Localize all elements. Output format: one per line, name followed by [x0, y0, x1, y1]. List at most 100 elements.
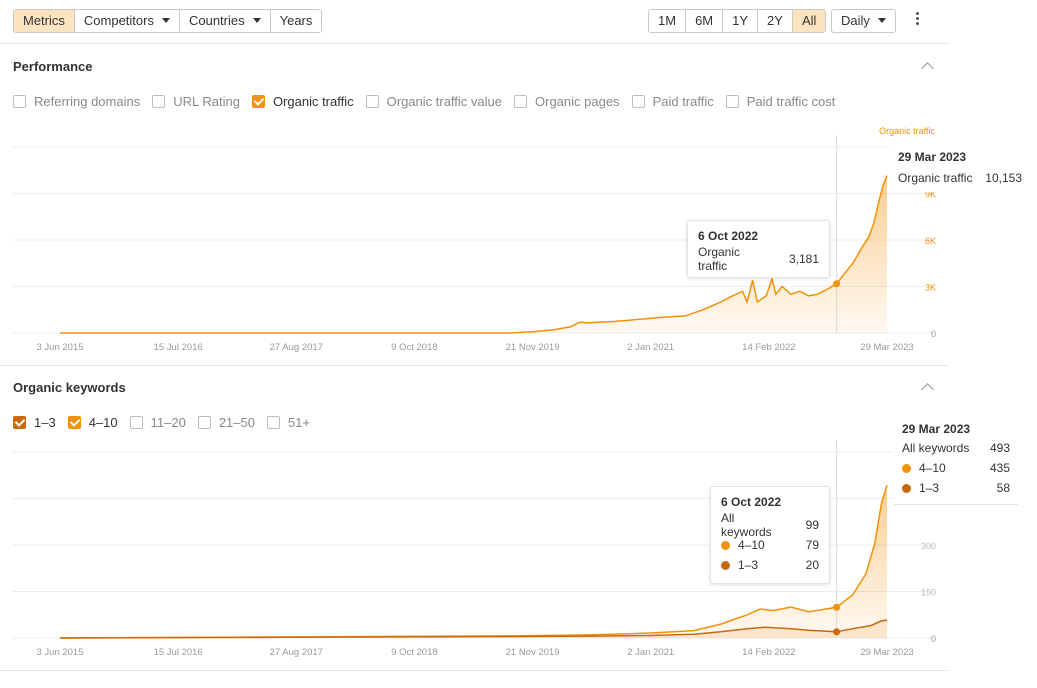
checkbox-organic-traffic-value[interactable]: Organic traffic value: [365, 94, 502, 109]
series-dot-icon: [902, 464, 911, 474]
tooltip-date: 6 Oct 2022: [698, 229, 759, 243]
latest-row: 4–10 435: [902, 458, 1010, 478]
tooltip-row: All keywords 99: [721, 511, 819, 539]
series-label: Organic traffic: [879, 126, 935, 136]
range-all[interactable]: All: [791, 10, 826, 32]
latest-value: 10,153: [985, 171, 1022, 185]
tooltip-value: 20: [805, 558, 819, 572]
latest-label: 1–3: [919, 481, 940, 495]
latest-value: 58: [996, 481, 1010, 495]
checkbox-label: 11–20: [150, 415, 186, 430]
y-tick-label: 0: [931, 634, 936, 644]
highlight-point-1-3: [833, 628, 841, 636]
tooltip-label: 4–10: [738, 538, 765, 552]
checkbox-pos-21-50[interactable]: 21–50: [197, 415, 255, 430]
latest-row: Organic traffic 10,153: [898, 168, 1022, 188]
tab-years-label: Years: [279, 13, 313, 28]
x-tick-label: 15 Jul 2016: [154, 342, 203, 353]
range-label: All: [801, 13, 817, 28]
checkbox-url-rating[interactable]: URL Rating: [152, 94, 240, 109]
tab-metrics[interactable]: Metrics: [14, 10, 74, 32]
chevron-down-icon: [161, 18, 170, 24]
checkbox-referring-domains[interactable]: Referring domains: [13, 94, 140, 109]
checkbox-label: Organic traffic value: [386, 94, 502, 109]
x-tick-label: 2 Jan 2021: [627, 647, 674, 658]
tab-metrics-label: Metrics: [23, 13, 65, 28]
series-dot-icon: [902, 484, 911, 494]
tooltip-date: 6 Oct 2022: [721, 495, 782, 509]
highlight-point-4-10: [833, 603, 841, 611]
checkbox-box: [266, 416, 280, 429]
range-1y[interactable]: 1Y: [722, 10, 758, 32]
range-2y[interactable]: 2Y: [757, 10, 792, 32]
latest-value: 435: [989, 461, 1010, 475]
checkbox-label: Organic pages: [535, 94, 620, 109]
x-tick-label: 3 Jun 2015: [36, 342, 83, 353]
x-tick-label: 9 Oct 2018: [391, 342, 437, 353]
kebab-menu-icon[interactable]: [916, 12, 920, 28]
checkbox-label: Referring domains: [34, 94, 141, 109]
keywords-tooltip: 6 Oct 2022 All keywords 99 4–10 79 1–3 20: [710, 486, 830, 584]
latest-date: 29 Mar 2023: [902, 422, 971, 436]
checkbox-pos-1-3[interactable]: 1–3: [13, 415, 56, 430]
latest-label: All keywords: [902, 441, 970, 455]
tab-competitors-label: Competitors: [83, 13, 154, 28]
latest-row: All keywords 493: [902, 438, 1010, 458]
checkbox-label: Organic traffic: [272, 94, 354, 109]
checkbox-box: [365, 95, 379, 108]
chevron-down-icon: [877, 18, 886, 24]
checkbox-label: 21–50: [218, 415, 255, 430]
y-tick-label: 150: [921, 588, 936, 598]
range-label: 6M: [695, 13, 714, 28]
checkbox-label: 1–3: [34, 415, 56, 430]
tab-countries-label: Countries: [188, 13, 245, 28]
latest-label: Organic traffic: [898, 171, 973, 185]
view-tabs: Metrics Competitors Countries Years: [13, 9, 323, 33]
chevron-down-icon: [252, 18, 261, 24]
checkbox-paid-traffic[interactable]: Paid traffic: [631, 94, 714, 109]
checkbox-label: 51+: [287, 415, 311, 430]
checkbox-organic-pages[interactable]: Organic pages: [514, 94, 620, 109]
performance-metric-toggles: Referring domains URL Rating Organic tra…: [13, 94, 847, 109]
y-tick-label: 6K: [925, 236, 936, 246]
x-tick-label: 27 Aug 2017: [270, 647, 323, 658]
range-label: 1M: [658, 13, 677, 28]
tooltip-value: 3,181: [788, 252, 819, 266]
checkbox-box: [197, 416, 211, 429]
tooltip-value: 79: [805, 538, 819, 552]
checkbox-box: [631, 95, 645, 108]
x-tick-label: 29 Mar 2023: [860, 342, 913, 353]
tooltip-label: Organic traffic: [698, 245, 741, 273]
checkbox-pos-4-10[interactable]: 4–10: [67, 415, 118, 430]
range-6m[interactable]: 6M: [685, 10, 723, 32]
checkbox-box-checked: [13, 416, 26, 429]
tab-competitors[interactable]: Competitors: [73, 10, 179, 32]
performance-title: Performance: [13, 59, 93, 74]
tooltip-label: 1–3: [738, 558, 759, 572]
granularity-dropdown[interactable]: Daily: [831, 9, 896, 33]
highlight-point: [833, 280, 841, 288]
series-dot-icon: [721, 541, 730, 551]
checkbox-label: Paid traffic: [652, 94, 714, 109]
x-tick-label: 3 Jun 2015: [36, 647, 83, 658]
range-1m[interactable]: 1M: [649, 10, 686, 32]
checkbox-label: URL Rating: [173, 94, 240, 109]
collapse-icon[interactable]: [921, 383, 934, 396]
checkbox-box: [129, 416, 143, 429]
collapse-icon[interactable]: [921, 62, 934, 75]
checkbox-box-checked: [251, 95, 265, 108]
x-tick-label: 21 Nov 2019: [506, 647, 560, 658]
checkbox-paid-traffic-cost[interactable]: Paid traffic cost: [725, 94, 835, 109]
latest-date: 29 Mar 2023: [898, 150, 967, 164]
tab-countries[interactable]: Countries: [178, 10, 270, 32]
checkbox-label: 4–10: [88, 415, 118, 430]
checkbox-organic-traffic[interactable]: Organic traffic: [251, 94, 354, 109]
checkbox-box: [152, 95, 166, 108]
x-tick-label: 15 Jul 2016: [154, 647, 203, 658]
divider: [0, 365, 948, 366]
checkbox-pos-51-plus[interactable]: 51+: [266, 415, 311, 430]
tab-years[interactable]: Years: [269, 10, 322, 32]
y-tick-label: 3K: [925, 283, 936, 293]
checkbox-pos-11-20[interactable]: 11–20: [129, 415, 186, 430]
latest-row: 1–3 58: [902, 478, 1010, 498]
